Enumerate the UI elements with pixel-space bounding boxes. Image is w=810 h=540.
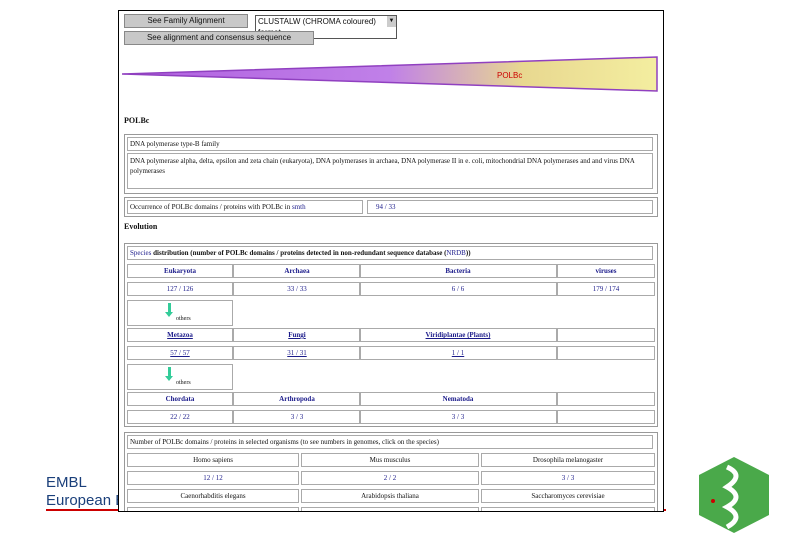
taxon-count[interactable]: 3 / 3 xyxy=(359,410,557,424)
taxon-fungi[interactable]: Fungi xyxy=(233,328,361,342)
others-label: others xyxy=(176,316,191,322)
caption-end: )) xyxy=(465,249,471,257)
organism-name[interactable]: Drosophila melanogaster xyxy=(481,453,655,467)
org-name: EMBL xyxy=(46,474,87,491)
taxon-count[interactable]: 3 / 3 xyxy=(233,410,361,424)
others-cell[interactable]: others xyxy=(127,364,233,390)
caption-text: distribution (number of POLBc domains / … xyxy=(153,249,447,257)
distribution-caption: Species distribution (number of POLBc do… xyxy=(127,246,653,260)
organism-name[interactable]: Mus musculus xyxy=(301,453,479,467)
species-link[interactable]: Species xyxy=(130,249,151,257)
occurrence-text: Occurrence of POLBc domains / proteins w… xyxy=(130,203,291,211)
chevron-down-icon: ▼ xyxy=(387,16,396,27)
organism-name[interactable]: Homo sapiens xyxy=(127,453,299,467)
taxon-count[interactable]: 179 / 174 xyxy=(557,282,655,296)
description-long: DNA polymerase alpha, delta, epsilon and… xyxy=(127,153,653,189)
embl-logo-icon xyxy=(699,457,769,533)
org-name-line2: European B xyxy=(46,492,126,509)
empty-cell xyxy=(557,346,655,360)
organism-name[interactable]: Arabidopsis thaliana xyxy=(301,489,479,503)
tree-label: POLBc xyxy=(497,71,522,80)
empty-cell xyxy=(557,410,655,424)
taxon-arthropoda[interactable]: Arthropoda xyxy=(233,392,361,406)
occurrence-label: Occurrence of POLBc domains / proteins w… xyxy=(127,200,363,214)
taxon-viruses[interactable]: viruses xyxy=(557,264,655,278)
occurrence-box: Occurrence of POLBc domains / proteins w… xyxy=(124,197,658,217)
taxon-count[interactable]: 33 / 33 xyxy=(233,282,361,296)
taxon-bacteria[interactable]: Bacteria xyxy=(359,264,557,278)
see-alignment-consensus-button[interactable]: See alignment and consensus sequence xyxy=(124,31,314,45)
description-short: DNA polymerase type-B family xyxy=(127,137,653,151)
taxon-nematoda[interactable]: Nematoda xyxy=(359,392,557,406)
taxon-metazoa[interactable]: Metazoa xyxy=(127,328,233,342)
taxon-count[interactable]: 127 / 126 xyxy=(127,282,233,296)
organism-count[interactable]: 3 / 3 xyxy=(127,507,299,511)
evolution-title: Evolution xyxy=(124,222,158,231)
nrdb-link[interactable]: NRDB xyxy=(446,249,465,257)
taxon-count[interactable]: 1 / 1 xyxy=(359,346,557,360)
organism-count[interactable]: 1 / 1 xyxy=(481,507,655,511)
organism-count[interactable]: 12 / 12 xyxy=(127,471,299,485)
taxon-count[interactable]: 57 / 57 xyxy=(127,346,233,360)
occurrence-link[interactable]: smth xyxy=(292,203,306,211)
taxon-viridiplantae[interactable]: Viridiplantae (Plants) xyxy=(359,328,557,342)
description-box: DNA polymerase type-B family DNA polymer… xyxy=(124,134,658,194)
taxon-count[interactable]: 22 / 22 xyxy=(127,410,233,424)
organism-count[interactable]: 3 / 3 xyxy=(481,471,655,485)
taxon-chordata[interactable]: Chordata xyxy=(127,392,233,406)
taxon-count[interactable]: 31 / 31 xyxy=(233,346,361,360)
organisms-caption: Number of POLBc domains / proteins in se… xyxy=(127,435,653,449)
species-distribution-table: Species distribution (number of POLBc do… xyxy=(124,243,658,427)
taxon-count[interactable]: 6 / 6 xyxy=(359,282,557,296)
organism-count[interactable]: 2 / 2 xyxy=(301,471,479,485)
taxon-eukaryota[interactable]: Eukaryota xyxy=(127,264,233,278)
arrow-down-icon xyxy=(165,303,173,317)
domain-tree[interactable]: POLBc xyxy=(122,51,662,96)
browser-page: See Family Alignment CLUSTALW (CHROMA co… xyxy=(118,10,664,512)
empty-cell xyxy=(557,392,655,406)
domain-title: POLBc xyxy=(124,116,150,125)
see-family-alignment-button[interactable]: See Family Alignment xyxy=(124,14,248,28)
empty-cell xyxy=(557,328,655,342)
organism-name[interactable]: Saccharomyces cerevisiae xyxy=(481,489,655,503)
organisms-table: Number of POLBc domains / proteins in se… xyxy=(124,432,658,511)
taxon-archaea[interactable]: Archaea xyxy=(233,264,361,278)
occurrence-value[interactable]: 94 / 33 xyxy=(367,200,653,214)
others-cell[interactable]: others xyxy=(127,300,233,326)
arrow-down-icon xyxy=(165,367,173,381)
organism-count[interactable]: 2 / 2 xyxy=(301,507,479,511)
others-label: others xyxy=(176,380,191,386)
organism-name[interactable]: Caenorhabditis elegans xyxy=(127,489,299,503)
